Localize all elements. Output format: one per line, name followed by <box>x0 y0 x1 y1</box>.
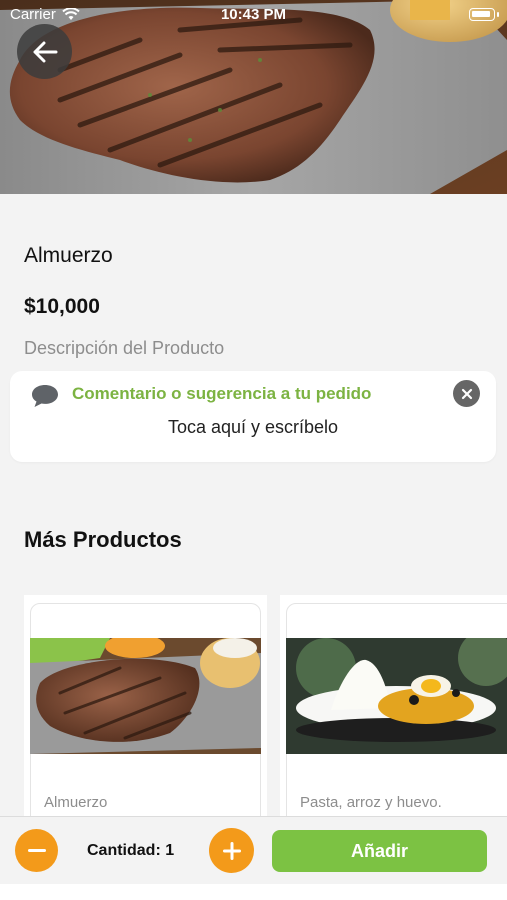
product-name: Almuerzo <box>24 244 113 267</box>
battery-icon <box>469 8 499 21</box>
product-card[interactable]: Almuerzo <box>24 595 267 820</box>
bottom-action-bar: Cantidad: 1 Añadir <box>0 816 507 885</box>
close-icon <box>461 388 472 399</box>
minus-icon <box>27 848 46 852</box>
more-products-list: Almuerzo Pasta, arroz y huevo. <box>24 595 507 820</box>
comment-card[interactable]: Comentario o sugerencia a tu pedido Toca… <box>10 371 496 462</box>
product-card-label: Almuerzo <box>44 794 108 811</box>
speech-bubble-icon <box>32 385 58 407</box>
product-detail-screen: Carrier 10:43 PM Almuerzo $10,000 Descri… <box>0 0 507 900</box>
home-indicator-area <box>0 884 507 900</box>
decrease-quantity-button[interactable] <box>15 829 58 872</box>
more-products-title: Más Productos <box>24 527 182 552</box>
product-card-image <box>286 638 507 754</box>
comment-title: Comentario o sugerencia a tu pedido <box>72 384 372 403</box>
product-card[interactable]: Pasta, arroz y huevo. <box>280 595 507 820</box>
clear-comment-button[interactable] <box>453 380 480 407</box>
product-price: $10,000 <box>24 295 100 318</box>
increase-quantity-button[interactable] <box>209 828 254 873</box>
comment-input-hint[interactable]: Toca aquí y escríbelo <box>10 417 496 438</box>
product-card-image <box>30 638 261 754</box>
product-description: Descripción del Producto <box>24 338 225 358</box>
plus-icon <box>222 841 241 860</box>
back-button[interactable] <box>17 24 72 79</box>
status-time: 10:43 PM <box>220 6 287 23</box>
arrow-left-icon <box>33 41 57 62</box>
add-to-cart-button[interactable]: Añadir <box>272 830 487 872</box>
status-bar: Carrier 10:43 PM <box>0 0 507 30</box>
quantity-label: Cantidad: 1 <box>87 842 175 859</box>
product-card-label: Pasta, arroz y huevo. <box>300 794 442 811</box>
